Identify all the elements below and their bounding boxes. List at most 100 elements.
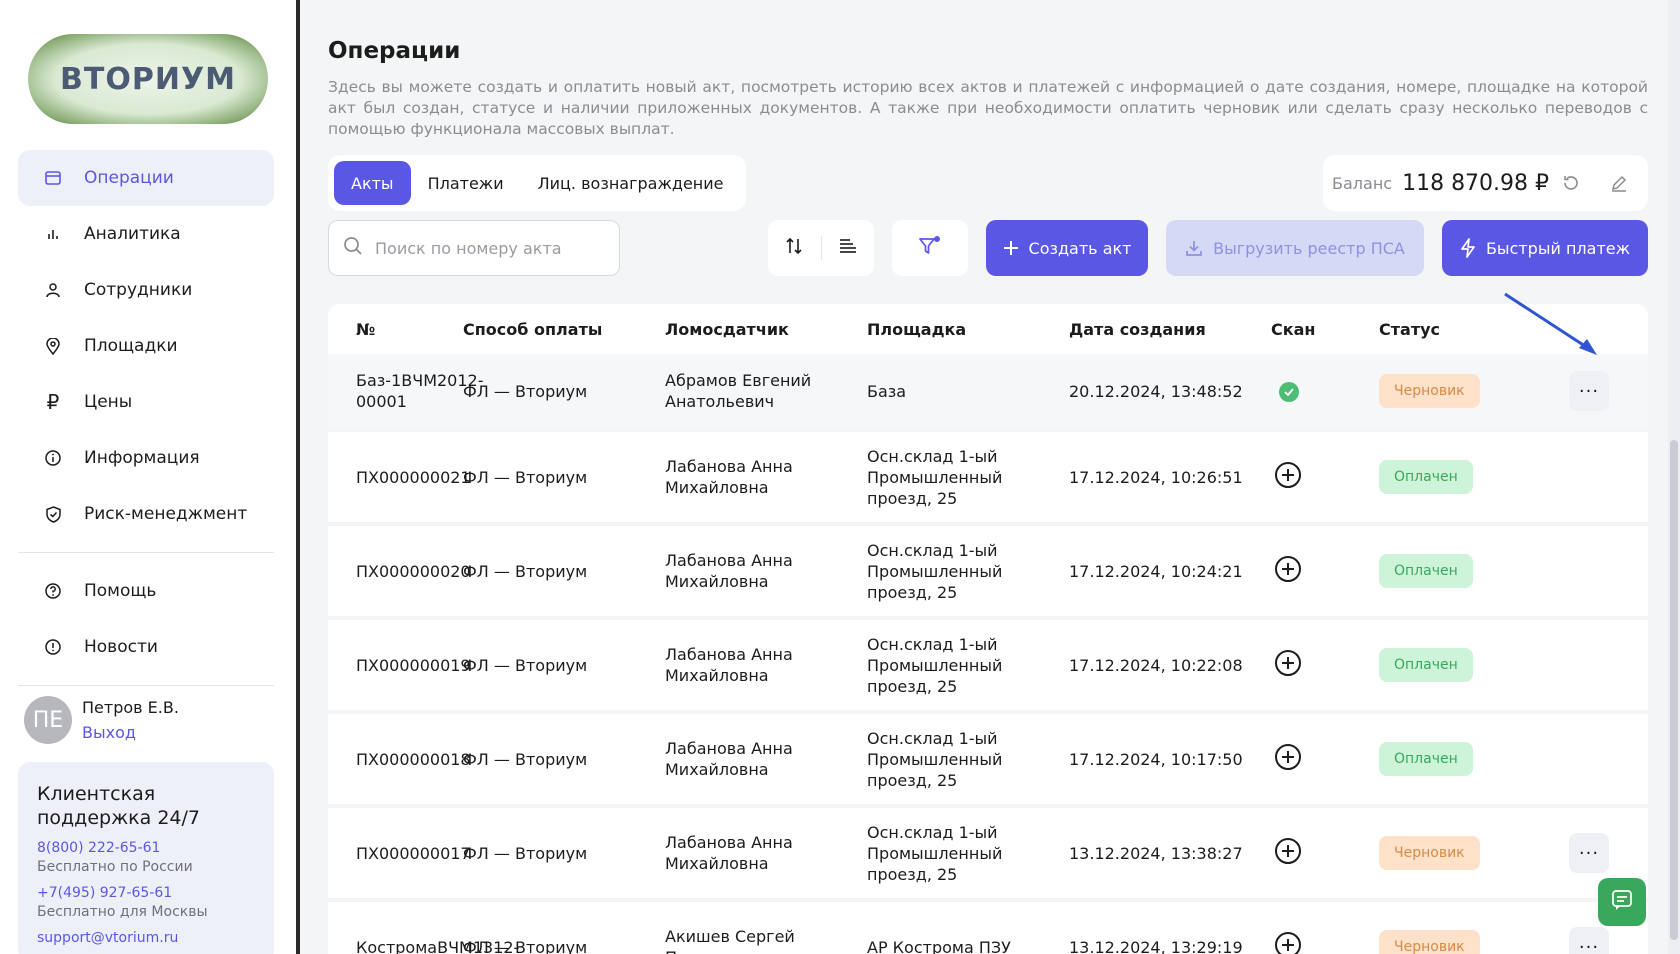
- tab-acts[interactable]: Акты: [334, 161, 411, 205]
- cell-scan: [1271, 838, 1379, 868]
- sidebar-item-sites[interactable]: Площадки: [18, 318, 274, 374]
- scrollbar[interactable]: [1668, 0, 1680, 954]
- support-email[interactable]: support@vtorium.ru: [37, 930, 255, 946]
- fast-payment-button[interactable]: Быстрый платеж: [1442, 220, 1648, 276]
- scan-attached-icon[interactable]: [1279, 381, 1299, 402]
- table-row[interactable]: ПХ000000017 ФЛ — Вториум Лабанова Анна Мих…: [328, 808, 1648, 898]
- create-act-label: Создать акт: [1028, 238, 1132, 258]
- add-scan-icon[interactable]: [1275, 650, 1301, 676]
- sidebar-item-risk-management[interactable]: Риск-менеджмент: [18, 486, 274, 542]
- avatar[interactable]: ПЕ: [24, 696, 72, 744]
- cell-scan: [1271, 462, 1379, 492]
- table-row[interactable]: ПХ000000018 ФЛ — Вториум Лабанова Анна Мих…: [328, 714, 1648, 804]
- cell-seller: Лабанова Анна Михайловна: [665, 833, 793, 873]
- cell-number[interactable]: ПХ000000021: [328, 467, 471, 488]
- cell-payment: ФЛ — Вториум: [463, 843, 588, 863]
- table-row[interactable]: ПХ000000021 ФЛ — Вториум Лабанова Анна Мих…: [328, 432, 1648, 522]
- column-header-site[interactable]: Площадка: [867, 319, 1069, 340]
- chat-button[interactable]: [1598, 878, 1646, 926]
- cell-date: 13.12.2024, 13:29:19: [1069, 937, 1243, 954]
- sort-button[interactable]: [768, 220, 821, 276]
- sidebar-item-prices[interactable]: ₽ Цены: [18, 374, 274, 430]
- alert-icon: [42, 636, 64, 658]
- table-header: № Способ оплаты Ломосдатчик Площадка Дат…: [328, 304, 1648, 354]
- sidebar-item-help[interactable]: Помощь: [18, 563, 274, 619]
- create-act-button[interactable]: Создать акт: [986, 220, 1148, 276]
- sidebar-item-information[interactable]: Информация: [18, 430, 274, 486]
- cell-number[interactable]: ПХ000000018: [328, 749, 471, 770]
- cell-number[interactable]: КостромаВЧМ1312-: [328, 937, 519, 954]
- tab-payments[interactable]: Платежи: [411, 161, 521, 205]
- sidebar-item-label: Площадки: [84, 336, 178, 356]
- lightning-icon: [1460, 238, 1476, 258]
- add-scan-icon[interactable]: [1275, 556, 1301, 582]
- table-row[interactable]: ПХ000000020 ФЛ — Вториум Лабанова Анна Мих…: [328, 526, 1648, 616]
- table-row[interactable]: КостромаВЧМ1312- ФЛ — Вториум Акишев Серге…: [328, 902, 1648, 954]
- add-scan-icon[interactable]: [1275, 838, 1301, 864]
- cell-number[interactable]: ПХ000000017: [328, 843, 471, 864]
- sidebar-item-analytics[interactable]: Аналитика: [18, 206, 274, 262]
- tab-personal-reward[interactable]: Лиц. вознаграждение: [521, 161, 741, 205]
- refresh-icon[interactable]: [1559, 171, 1583, 195]
- edit-icon[interactable]: [1607, 171, 1631, 195]
- column-header-number[interactable]: №: [328, 319, 463, 340]
- row-actions-button[interactable]: ···: [1569, 371, 1609, 411]
- columns-button[interactable]: [821, 220, 874, 276]
- add-scan-icon[interactable]: [1275, 744, 1301, 770]
- row-actions-button[interactable]: ···: [1569, 833, 1609, 873]
- cell-site: Осн.склад 1-ый Промышленный проезд, 25: [867, 634, 1003, 696]
- cell-number[interactable]: Баз-1ВЧМ2012-00001: [328, 370, 483, 412]
- cell-number[interactable]: ПХ000000020: [328, 561, 471, 582]
- table-row[interactable]: ПХ000000019 ФЛ — Вториум Лабанова Анна Мих…: [328, 620, 1648, 710]
- sidebar-item-label: Риск-менеджмент: [84, 504, 248, 524]
- cell-date: 17.12.2024, 10:17:50: [1069, 749, 1243, 769]
- card-icon: [42, 167, 64, 189]
- cell-scan: [1271, 932, 1379, 954]
- sidebar: ВТОРИУМ Операции Аналитика Сотрудники Пл…: [0, 0, 296, 954]
- sidebar-item-employees[interactable]: Сотрудники: [18, 262, 274, 318]
- sidebar-item-operations[interactable]: Операции: [18, 150, 274, 206]
- filter-button[interactable]: [892, 220, 968, 276]
- cell-payment: ФЛ — Вториум: [463, 467, 588, 487]
- cell-payment: ФЛ — Вториум: [463, 655, 588, 675]
- cell-number[interactable]: ПХ000000019: [328, 655, 471, 676]
- add-scan-icon[interactable]: [1275, 932, 1301, 954]
- ruble-icon: ₽: [46, 390, 60, 414]
- scrollbar-thumb[interactable]: [1670, 440, 1678, 940]
- column-header-seller[interactable]: Ломосдатчик: [665, 319, 867, 340]
- info-icon: [42, 447, 64, 469]
- export-registry-button[interactable]: Выгрузить реестр ПСА: [1166, 220, 1424, 276]
- balance-panel: Баланс 118 870.98 ₽: [1323, 155, 1648, 211]
- table-row[interactable]: Баз-1ВЧМ2012-00001 ФЛ — Вториум Абрамов Ев…: [328, 354, 1648, 428]
- bar-chart-icon: [42, 223, 64, 245]
- support-phone-moscow[interactable]: +7(495) 927-65-61: [37, 885, 255, 901]
- status-badge: Черновик: [1379, 836, 1480, 870]
- column-header-date[interactable]: Дата создания: [1069, 320, 1271, 339]
- row-actions-button[interactable]: ···: [1569, 927, 1609, 954]
- cell-actions: ···: [1569, 371, 1629, 411]
- column-header-payment[interactable]: Способ оплаты: [463, 320, 665, 339]
- add-scan-icon[interactable]: [1275, 462, 1301, 488]
- status-badge: Оплачен: [1379, 742, 1473, 776]
- cell-status: Черновик: [1379, 930, 1569, 954]
- column-header-scan[interactable]: Скан: [1271, 320, 1379, 339]
- sidebar-item-label: Новости: [84, 637, 158, 657]
- cell-site: Осн.склад 1-ый Промышленный проезд, 25: [867, 540, 1003, 602]
- user-icon: [42, 279, 64, 301]
- support-phone-russia[interactable]: 8(800) 222-65-61: [37, 840, 255, 856]
- search-field: [328, 220, 620, 276]
- support-card: Клиентская поддержка 24/7 8(800) 222-65-…: [18, 762, 274, 954]
- status-badge: Оплачен: [1379, 648, 1473, 682]
- cell-payment: ФЛ — Вториум: [463, 749, 588, 769]
- cell-date: 20.12.2024, 13:48:52: [1069, 381, 1243, 401]
- search-input[interactable]: [375, 238, 595, 258]
- cell-seller: Акишев Сергей Павлович: [665, 927, 795, 954]
- sidebar-item-news[interactable]: Новости: [18, 619, 274, 675]
- logout-link[interactable]: Выход: [82, 723, 179, 742]
- vtorium-logo[interactable]: ВТОРИУМ: [28, 34, 268, 124]
- sidebar-item-label: Цены: [84, 392, 133, 412]
- cell-status: Оплачен: [1379, 742, 1569, 776]
- cell-scan: [1271, 650, 1379, 680]
- cell-site: Осн.склад 1-ый Промышленный проезд, 25: [867, 822, 1003, 884]
- cell-seller: Лабанова Анна Михайловна: [665, 739, 793, 779]
